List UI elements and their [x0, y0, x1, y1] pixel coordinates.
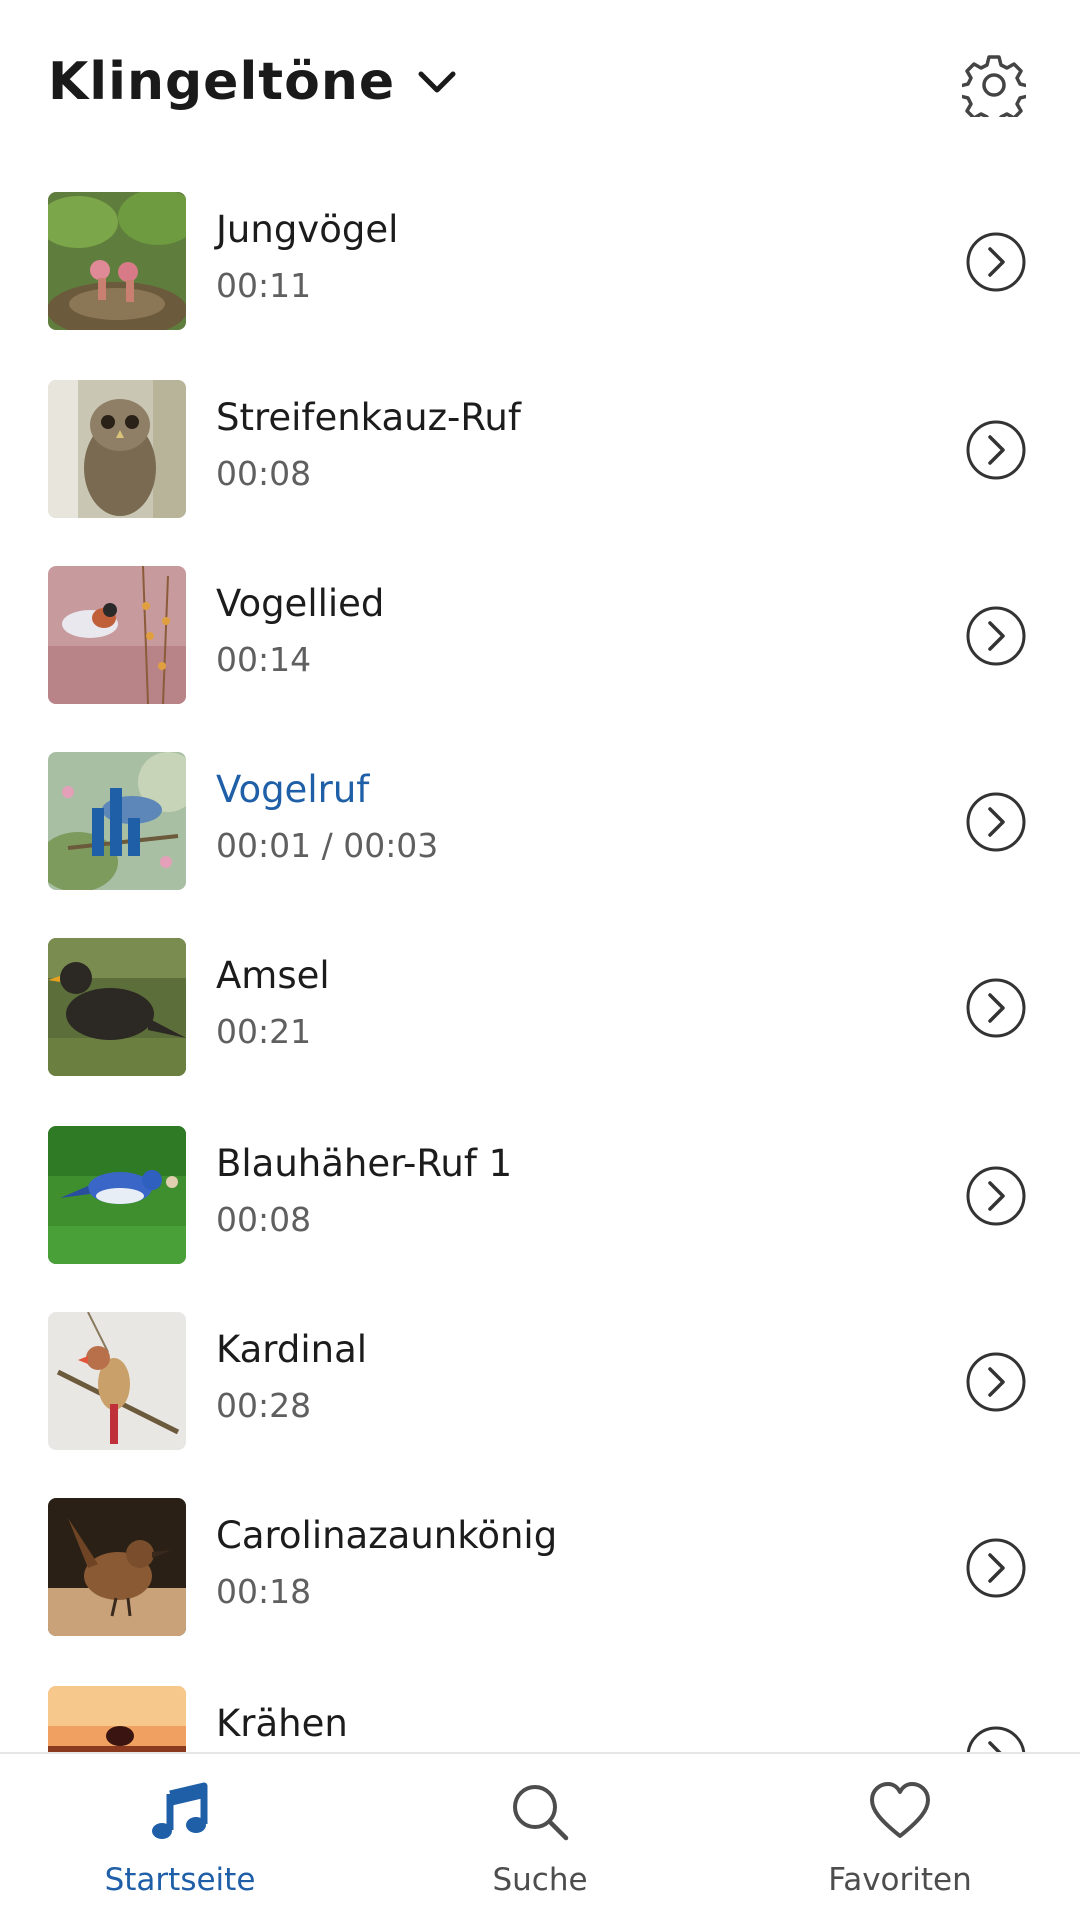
gear-icon[interactable]	[962, 53, 1026, 117]
list-item[interactable]: Carolinazaunkönig 00:18	[0, 1476, 1080, 1662]
list-item[interactable]: Krähen	[0, 1664, 1080, 1752]
chevron-right-circle-icon[interactable]	[965, 1351, 1027, 1413]
chevron-right-circle-icon[interactable]	[965, 605, 1027, 667]
ringtone-thumbnail	[48, 938, 186, 1076]
ringtone-duration: 00:14	[216, 640, 312, 679]
ringtone-duration: 00:08	[216, 454, 312, 493]
ringtone-name: Krähen	[216, 1702, 348, 1745]
tab-label: Favoriten	[828, 1862, 972, 1898]
ringtone-name: Streifenkauz-Ruf	[216, 396, 521, 439]
ringtone-name: Vogellied	[216, 582, 385, 625]
ringtone-thumbnail	[48, 1126, 186, 1264]
chevron-down-icon	[418, 71, 456, 93]
list-item-playing[interactable]: Vogelruf 00:01 / 00:03	[0, 730, 1080, 916]
tab-suche[interactable]: Suche	[360, 1754, 720, 1922]
chevron-right-circle-icon[interactable]	[965, 977, 1027, 1039]
chevron-right-circle-icon[interactable]	[965, 1725, 1027, 1752]
bottom-navigation: Startseite Suche Favoriten	[0, 1752, 1080, 1922]
list-item[interactable]: Jungvögel 00:11	[0, 170, 1080, 356]
ringtone-duration: 00:28	[216, 1386, 312, 1425]
list-item[interactable]: Vogellied 00:14	[0, 544, 1080, 730]
tab-startseite[interactable]: Startseite	[0, 1754, 360, 1922]
ringtone-thumbnail	[48, 1312, 186, 1450]
ringtone-duration: 00:11	[216, 266, 312, 305]
ringtone-thumbnail	[48, 1498, 186, 1636]
list-item[interactable]: Kardinal 00:28	[0, 1290, 1080, 1476]
heart-icon	[870, 1782, 930, 1838]
chevron-right-circle-icon[interactable]	[965, 1165, 1027, 1227]
app-header: Klingeltöne	[0, 0, 1080, 170]
ringtone-list[interactable]: Jungvögel 00:11 Streifenkauz-Ruf 00:08 V…	[0, 170, 1080, 1752]
ringtone-name: Amsel	[216, 954, 330, 997]
ringtone-name: Carolinazaunkönig	[216, 1514, 558, 1557]
ringtone-thumbnail	[48, 380, 186, 518]
chevron-right-circle-icon[interactable]	[965, 419, 1027, 481]
ringtone-duration: 00:08	[216, 1200, 312, 1239]
chevron-right-circle-icon[interactable]	[965, 231, 1027, 293]
music-note-icon	[152, 1782, 208, 1839]
list-item[interactable]: Amsel 00:21	[0, 916, 1080, 1102]
equalizer-icon	[92, 788, 140, 856]
ringtone-name: Jungvögel	[216, 208, 399, 251]
tab-label: Suche	[492, 1862, 588, 1898]
ringtone-name: Vogelruf	[216, 768, 370, 811]
list-item[interactable]: Blauhäher-Ruf 1 00:08	[0, 1104, 1080, 1290]
category-dropdown[interactable]: Klingeltöne	[48, 52, 461, 112]
ringtone-thumbnail	[48, 566, 186, 704]
list-item[interactable]: Streifenkauz-Ruf 00:08	[0, 358, 1080, 544]
tab-favoriten[interactable]: Favoriten	[720, 1754, 1080, 1922]
ringtone-name: Kardinal	[216, 1328, 368, 1371]
ringtone-thumbnail	[48, 192, 186, 330]
search-icon	[513, 1785, 569, 1841]
playback-progress: 00:01 / 00:03	[216, 826, 439, 865]
chevron-right-circle-icon[interactable]	[965, 791, 1027, 853]
ringtone-duration: 00:21	[216, 1012, 312, 1051]
ringtone-duration: 00:18	[216, 1572, 312, 1611]
tab-label: Startseite	[104, 1862, 256, 1898]
ringtone-thumbnail	[48, 1686, 186, 1752]
page-title: Klingeltöne	[48, 52, 396, 112]
ringtone-name: Blauhäher-Ruf 1	[216, 1142, 513, 1185]
chevron-right-circle-icon[interactable]	[965, 1537, 1027, 1599]
